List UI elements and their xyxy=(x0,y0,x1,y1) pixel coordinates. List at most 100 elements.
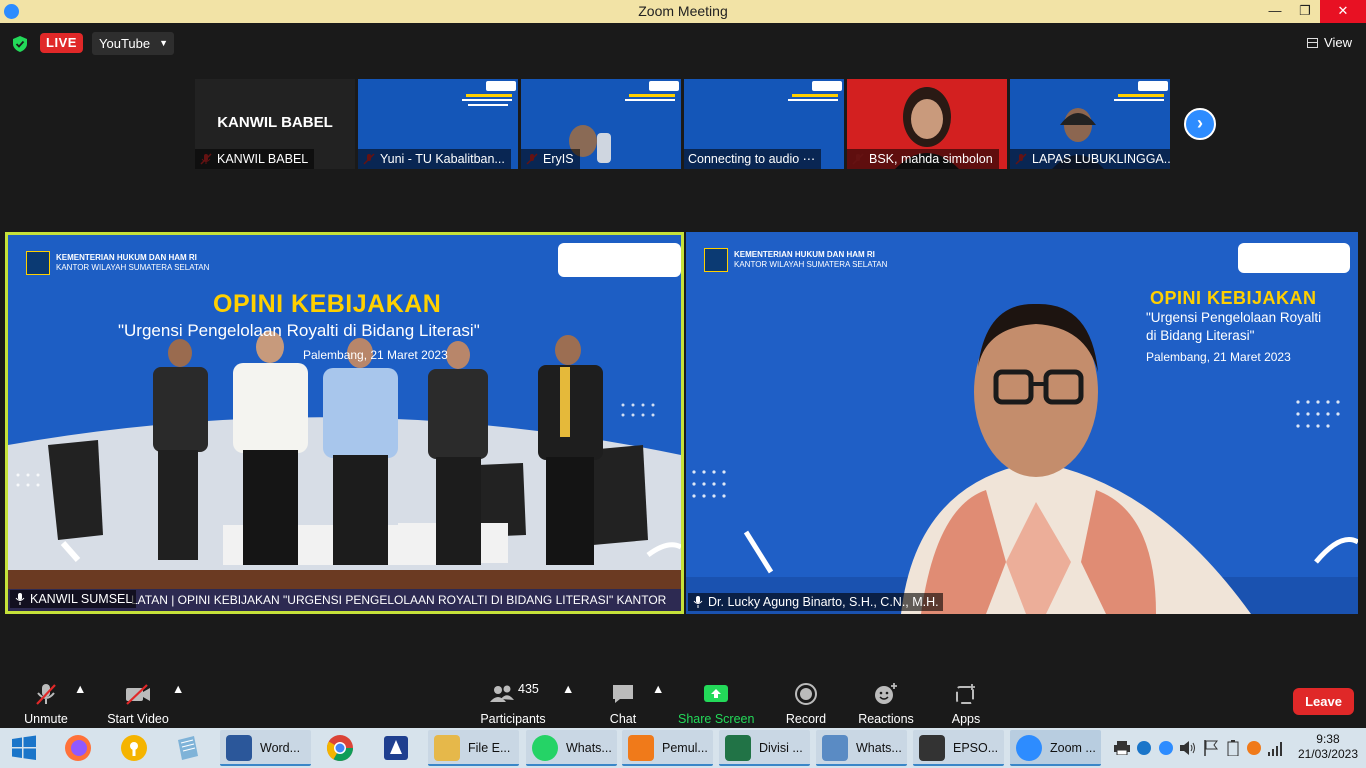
apps-button[interactable]: Apps xyxy=(949,682,983,726)
chat-button[interactable]: Chat xyxy=(604,682,642,726)
taskbar-app-zoom[interactable]: Zoom ... xyxy=(1010,730,1101,766)
clock-time: 9:38 xyxy=(1316,732,1340,746)
participant-thumbnail[interactable]: KANWIL BABEL KANWIL BABEL xyxy=(195,79,355,169)
event-title: OPINI KEBIJAKAN xyxy=(1150,288,1317,308)
volume-icon[interactable] xyxy=(1180,741,1196,755)
firefox-icon[interactable] xyxy=(62,732,94,764)
participant-thumbnail[interactable]: LAPAS LUBUKLINGGA... xyxy=(1010,79,1170,169)
battery-icon[interactable] xyxy=(1226,740,1240,756)
windows-taskbar: Word... File E... Whats... Pemul... Divi… xyxy=(0,728,1366,768)
printer-tray-icon[interactable] xyxy=(1114,741,1130,755)
participant-name: Connecting to audio ⋯ xyxy=(684,149,822,169)
participant-thumbnail[interactable]: EryIS xyxy=(521,79,681,169)
participant-thumbnail[interactable]: Connecting to audio ⋯ xyxy=(684,79,844,169)
start-video-label: Start Video xyxy=(107,712,169,726)
record-button[interactable]: Record xyxy=(784,682,828,726)
notes-icon[interactable] xyxy=(172,732,204,764)
file-explorer-icon xyxy=(434,735,460,761)
bluetooth-tray-icon[interactable] xyxy=(1136,741,1152,755)
taskbar-app-excel[interactable]: Divisi ... xyxy=(719,730,810,766)
participant-name: EryIS xyxy=(521,149,580,169)
photo-icon xyxy=(822,735,848,761)
leave-meeting-button[interactable]: Leave xyxy=(1293,688,1354,715)
pdf-icon xyxy=(628,735,654,761)
reactions-button[interactable]: Reactions xyxy=(858,682,914,726)
taskbar-app-pdf[interactable]: Pemul... xyxy=(622,730,713,766)
organization-header: KEMENTERIAN HUKUM DAN HAM RI KANTOR WILA… xyxy=(56,253,209,273)
word-icon xyxy=(226,735,252,761)
partner-logos xyxy=(558,243,681,277)
view-label: View xyxy=(1324,35,1352,50)
organization-header: KEMENTERIAN HUKUM DAN HAM RI KANTOR WILA… xyxy=(734,250,887,270)
unmute-button[interactable]: Unmute xyxy=(22,682,70,726)
view-button[interactable]: View xyxy=(1307,35,1352,50)
participant-name: KANWIL BABEL xyxy=(195,149,315,169)
partner-logos xyxy=(1238,243,1350,273)
antivirus-tray-icon[interactable] xyxy=(1246,740,1262,756)
event-subtitle-line2: di Bidang Literasi" xyxy=(1146,328,1255,343)
taskbar-app-label: Word... xyxy=(260,741,301,755)
zoom-icon xyxy=(1016,735,1042,761)
participant-name-tag: Dr. Lucky Agung Binarto, S.H., C.N., M.H… xyxy=(688,593,943,611)
participants-options-chevron-icon[interactable]: ▲ xyxy=(562,682,574,696)
speaker-video[interactable]: KEMENTERIAN HUKUM DAN HAM RI KANTOR WILA… xyxy=(686,232,1358,614)
participant-name-overlay: KANWIL BABEL xyxy=(217,114,333,131)
maximize-button[interactable]: ❐ xyxy=(1290,0,1320,23)
active-speaker-video[interactable]: KEMENTERIAN HUKUM DAN HAM RI KANTOR WILA… xyxy=(5,232,684,614)
stream-destination-label: YouTube xyxy=(99,36,151,51)
share-screen-button[interactable]: Share Screen xyxy=(678,682,754,726)
microphone-icon xyxy=(693,596,703,608)
taskbar-app-label: Whats... xyxy=(856,741,902,755)
zoom-tray-icon[interactable] xyxy=(1158,740,1174,756)
system-clock[interactable]: 9:38 21/03/2023 xyxy=(1298,732,1358,762)
chrome-whatsapp-icon xyxy=(532,735,558,761)
chevron-down-icon: ▼ xyxy=(159,38,169,48)
participants-count: 435 xyxy=(518,682,539,696)
windows-start-icon[interactable] xyxy=(8,732,40,764)
apps-label: Apps xyxy=(951,712,981,726)
share-screen-icon xyxy=(704,685,728,702)
scanner-app-icon[interactable] xyxy=(380,732,412,764)
meeting-controls-toolbar: Unmute ▲ Start Video ▲ 435 Participants … xyxy=(0,672,1366,728)
encryption-shield-icon[interactable] xyxy=(13,36,27,52)
network-signal-icon[interactable] xyxy=(1268,740,1284,756)
kemenkumham-logo xyxy=(704,248,728,272)
chat-options-chevron-icon[interactable]: ▲ xyxy=(652,682,664,696)
chat-icon xyxy=(613,685,633,703)
record-label: Record xyxy=(785,712,827,726)
meeting-top-bar: LIVE YouTube ▼ View xyxy=(0,23,1366,65)
taskbar-app-word[interactable]: Word... xyxy=(220,730,311,766)
clock-date: 21/03/2023 xyxy=(1297,747,1358,761)
participants-button[interactable]: 435 Participants xyxy=(480,682,546,726)
taskbar-app-photos[interactable]: Whats... xyxy=(816,730,907,766)
printer-icon xyxy=(919,735,945,761)
participants-icon-group: 435 xyxy=(483,682,543,706)
taskbar-app-label: File E... xyxy=(468,741,511,755)
window-title: Zoom Meeting xyxy=(638,3,728,19)
chrome-icon[interactable] xyxy=(324,732,356,764)
password-manager-icon[interactable] xyxy=(118,732,150,764)
video-options-chevron-icon[interactable]: ▲ xyxy=(172,682,184,696)
audio-options-chevron-icon[interactable]: ▲ xyxy=(74,682,86,696)
taskbar-app-file-explorer[interactable]: File E... xyxy=(428,730,519,766)
start-video-button[interactable]: Start Video xyxy=(107,682,169,726)
action-center-flag-icon[interactable] xyxy=(1204,740,1218,756)
participant-name: LAPAS LUBUKLINGGA... xyxy=(1010,149,1170,169)
minimize-button[interactable]: — xyxy=(1260,0,1290,23)
taskbar-app-label: EPSO... xyxy=(953,741,999,755)
event-subtitle-line1: "Urgensi Pengelolaan Royalti xyxy=(1146,310,1322,325)
participant-name: Yuni - TU Kabalitban... xyxy=(358,149,511,169)
close-window-button[interactable]: ✕ xyxy=(1320,0,1366,23)
excel-icon xyxy=(725,735,751,761)
event-date: Palembang, 21 Maret 2023 xyxy=(303,348,448,362)
kemenkumham-logo xyxy=(26,251,50,275)
taskbar-app-whatsapp-chrome[interactable]: Whats... xyxy=(526,730,617,766)
next-page-button[interactable]: › xyxy=(1184,108,1216,140)
live-badge[interactable]: LIVE xyxy=(40,33,83,53)
participant-thumbnail[interactable]: Yuni - TU Kabalitban... xyxy=(358,79,518,169)
participant-thumbnail[interactable]: BSK, mahda simbolon xyxy=(847,79,1007,169)
org-office: KANTOR WILAYAH SUMATERA SELATAN xyxy=(56,263,210,272)
stream-destination-dropdown[interactable]: YouTube ▼ xyxy=(92,32,175,55)
apps-icon xyxy=(956,684,975,704)
taskbar-app-epson[interactable]: EPSO... xyxy=(913,730,1004,766)
